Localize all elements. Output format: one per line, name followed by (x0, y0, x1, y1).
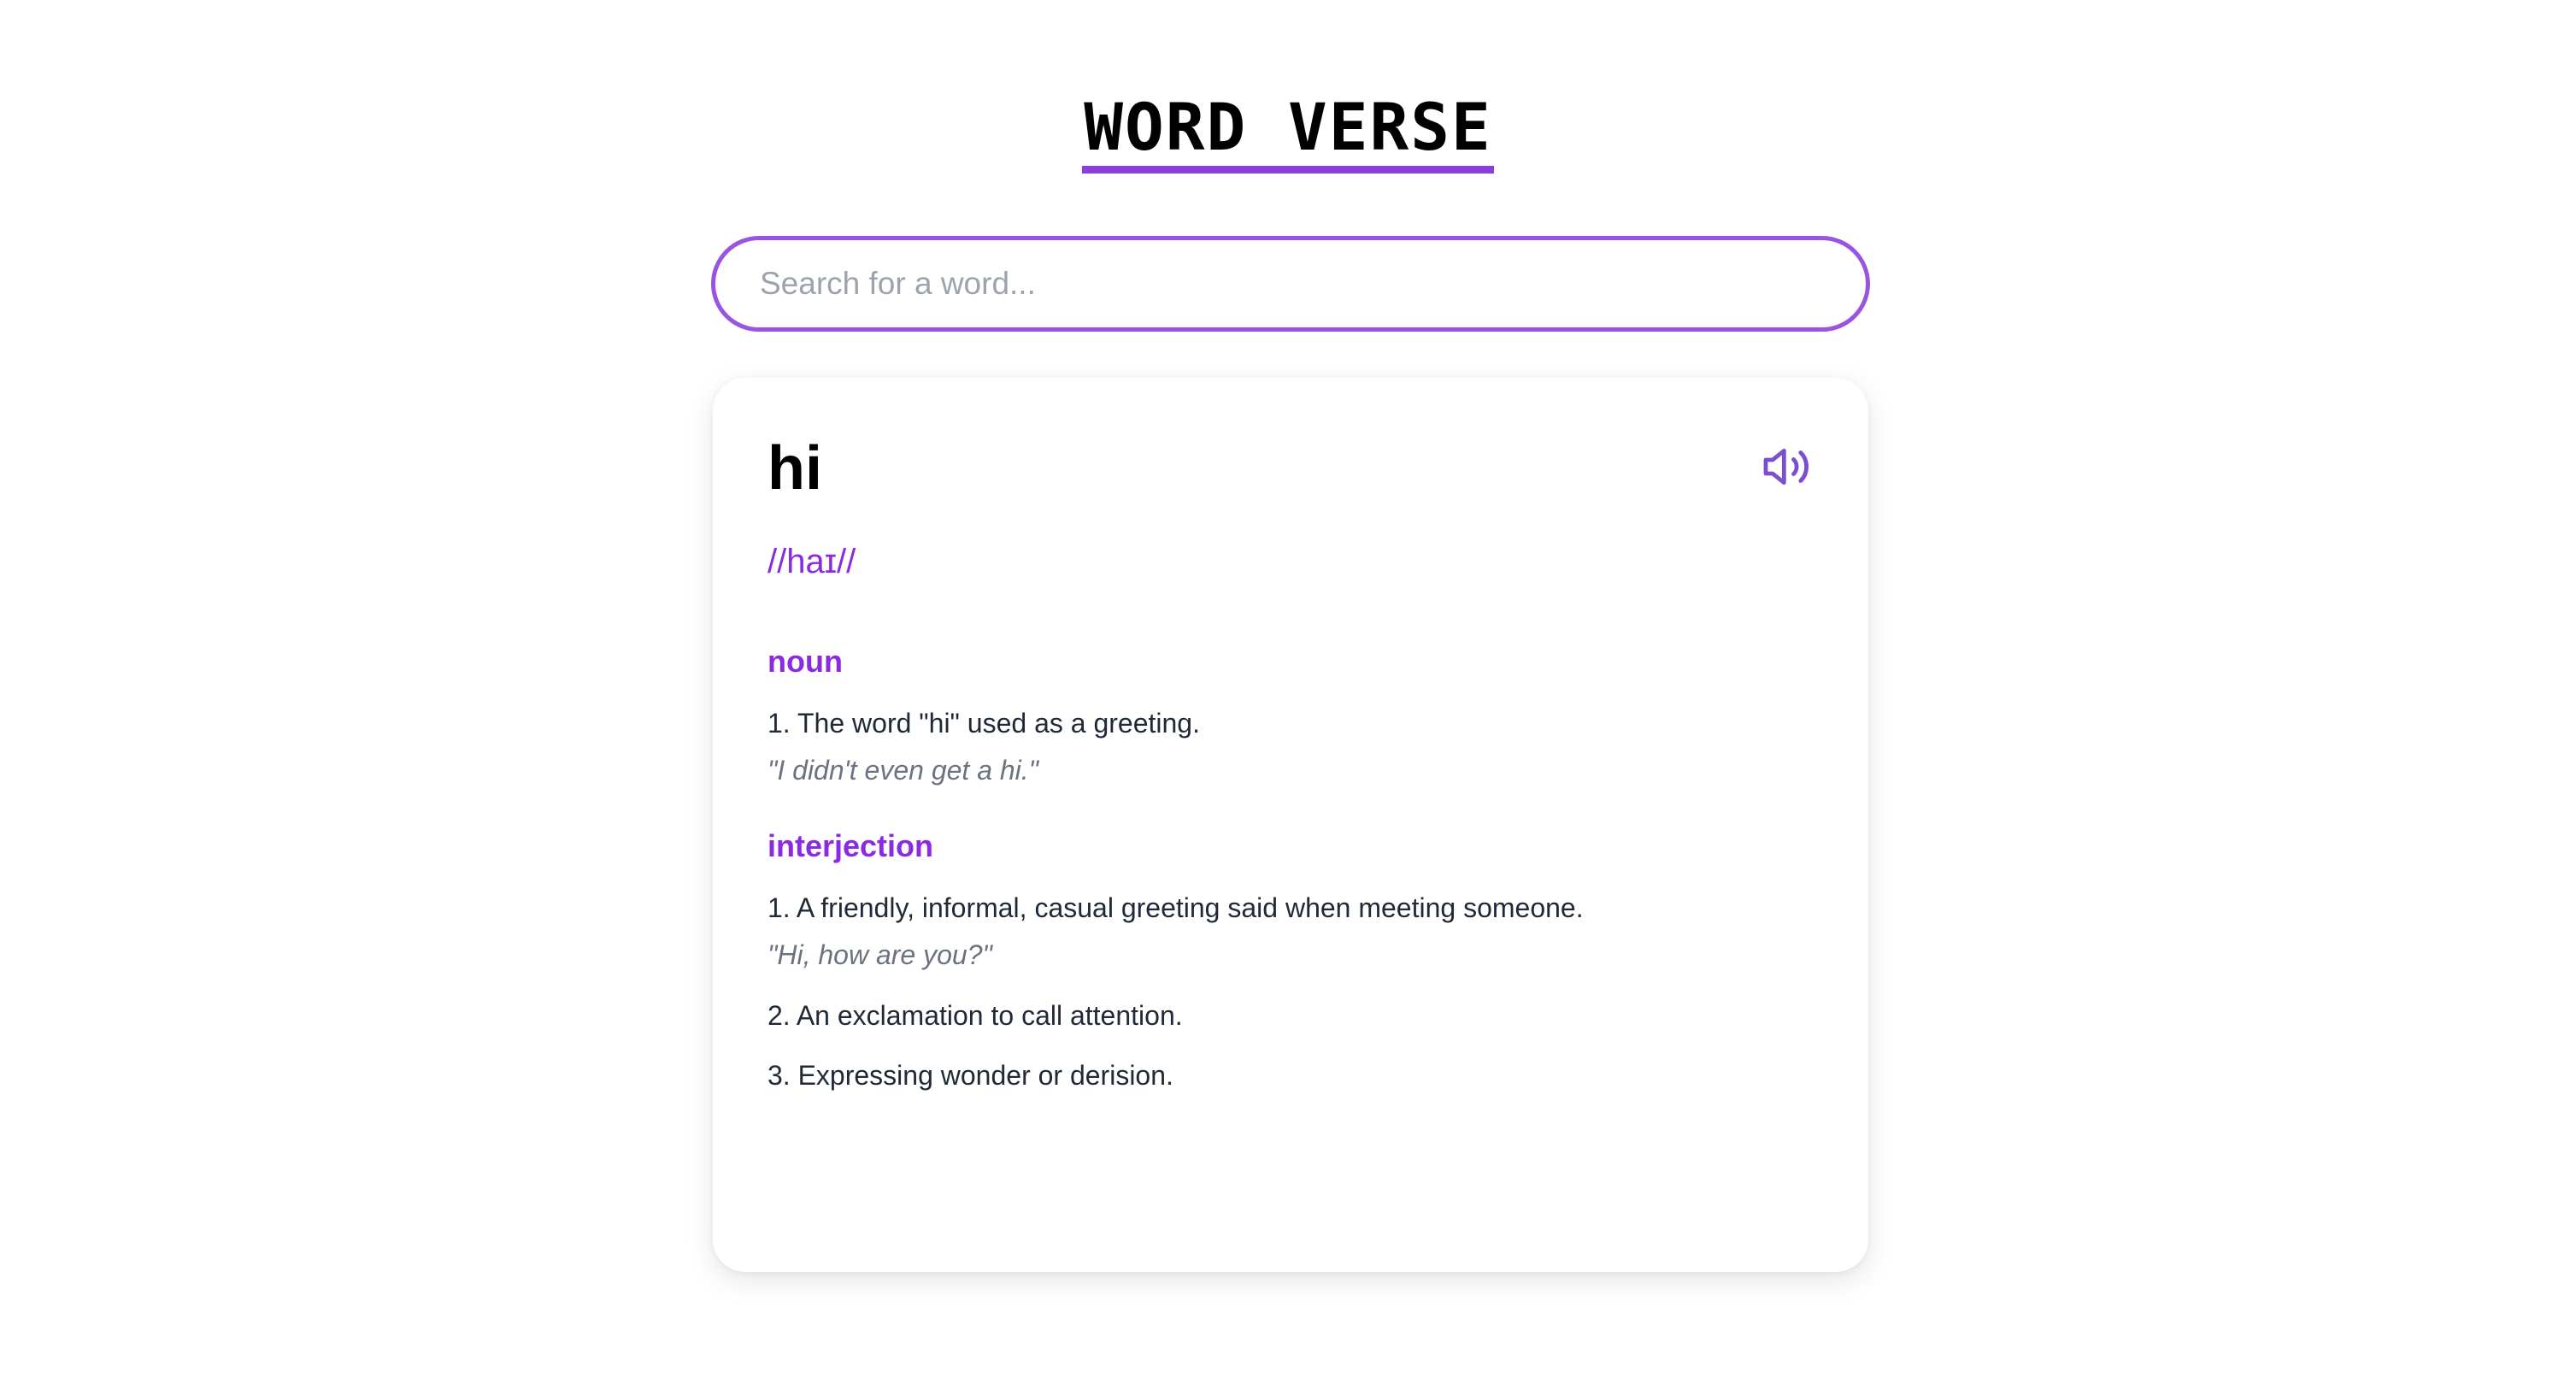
app-title: WORD VERSE (1082, 89, 1494, 174)
definition-item: 1. A friendly, informal, casual greeting… (768, 889, 1810, 974)
phonetic-text: //haɪ// (768, 543, 856, 580)
definition-text: 2. An exclamation to call attention. (768, 1000, 1183, 1031)
definition-text: 1. The word "hi" used as a greeting. (768, 708, 1200, 739)
app-header: WORD VERSE (0, 89, 2576, 174)
definition-text: 3. Expressing wonder or derision. (768, 1060, 1173, 1091)
search-bar[interactable] (711, 236, 1870, 332)
search-input[interactable] (758, 265, 1823, 303)
definition-example: "I didn't even get a hi." (768, 755, 1039, 786)
definition-item: 1. The word "hi" used as a greeting. "I … (768, 704, 1810, 790)
definition-example: "Hi, how are you?" (768, 939, 992, 970)
word-heading: hi (768, 434, 822, 503)
definition-item: 2. An exclamation to call attention. (768, 997, 1810, 1034)
part-of-speech: noun (768, 644, 843, 679)
definition-card: hi //haɪ// noun 1. The word "hi" used as… (713, 378, 1868, 1272)
part-of-speech: interjection (768, 828, 934, 863)
speaker-volume-icon (1763, 448, 1809, 486)
definition-item: 3. Expressing wonder or derision. (768, 1057, 1810, 1094)
meaning-noun: noun 1. The word "hi" used as a greeting… (768, 643, 1810, 790)
definition-text: 1. A friendly, informal, casual greeting… (768, 892, 1584, 923)
play-pronunciation-button[interactable] (1757, 438, 1815, 496)
meaning-interjection: interjection 1. A friendly, informal, ca… (768, 827, 1810, 1094)
meanings-list: noun 1. The word "hi" used as a greeting… (768, 643, 1810, 1132)
